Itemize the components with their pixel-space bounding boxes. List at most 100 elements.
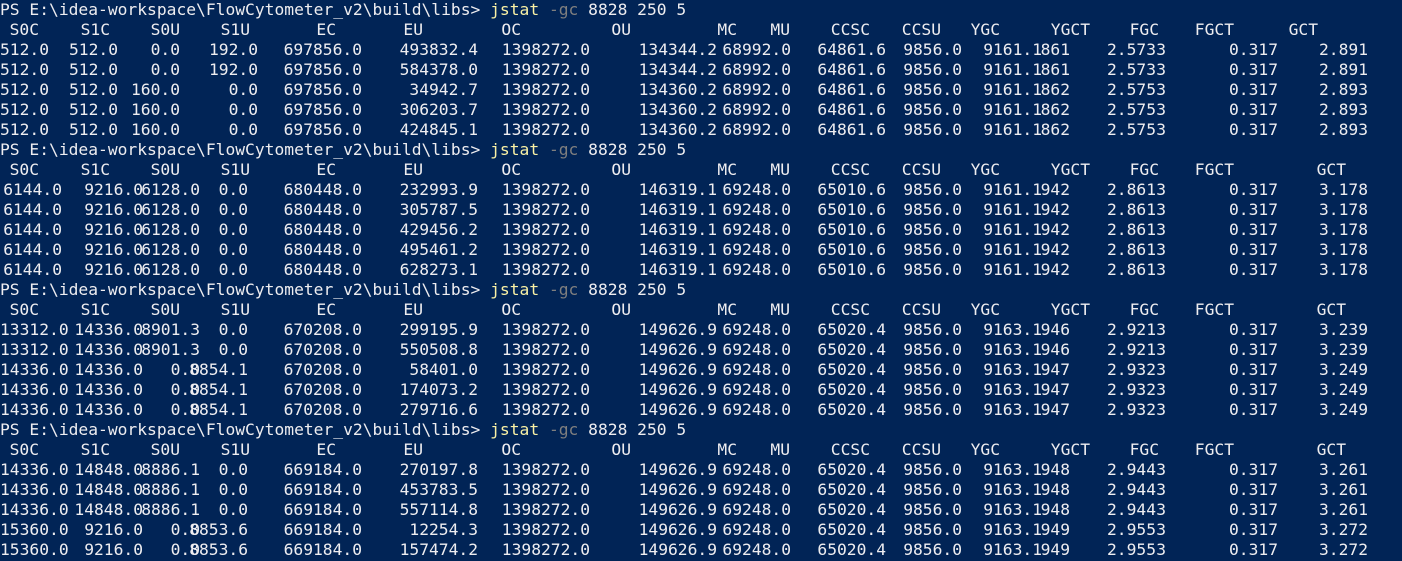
table-cell: 628273.1: [399, 260, 479, 279]
table-cell: 669184.0: [283, 520, 363, 539]
table-cell: 9856.0: [903, 120, 963, 139]
table-header-row: S0C S1C S0U S1U EC EU OC OU MC MU CCSC CCSU YGC YGCT F…: [0, 300, 1402, 320]
table-cell: 9856.0: [903, 60, 963, 79]
table-cell: 2.861: [1107, 180, 1157, 199]
table-cell: 2.921: [1107, 320, 1157, 339]
table-cell: 1398272.0: [501, 260, 591, 279]
table-cell: 0.317: [1229, 460, 1279, 479]
table-cell: 0.317: [1229, 540, 1279, 559]
table-cell: 3: [1156, 60, 1166, 79]
table-cell: 1398272.0: [501, 240, 591, 259]
table-cell: 3.239: [1319, 340, 1369, 359]
column-header-cell: CCSU: [901, 160, 942, 179]
column-header-cell: MC: [717, 440, 737, 459]
table-cell: 0.317: [1229, 80, 1279, 99]
table-cell: 942: [1040, 200, 1071, 219]
column-header-cell: YGC: [970, 160, 1001, 179]
column-header-cell: S0C: [9, 20, 40, 39]
column-header-cell: MU: [770, 300, 790, 319]
table-cell: 69248.0: [722, 360, 792, 379]
table-cell: 2.575: [1107, 120, 1157, 139]
table-cell: 14336.0: [0, 500, 69, 519]
table-cell: 2.891: [1319, 60, 1369, 79]
table-cell: 9856.0: [903, 40, 963, 59]
column-header-cell: S0C: [9, 160, 40, 179]
table-cell: 3.261: [1319, 480, 1369, 499]
table-cell: 160.0: [131, 100, 181, 119]
table-cell: 949: [1040, 540, 1071, 559]
table-cell: 0.0: [218, 340, 249, 359]
table-cell: 69248.0: [722, 400, 792, 419]
table-cell: 512.0: [0, 80, 50, 99]
table-cell: 6144.0: [3, 260, 63, 279]
table-cell: 512.0: [69, 120, 119, 139]
table-cell: 424845.1: [399, 120, 479, 139]
command-name: jstat: [490, 280, 540, 299]
table-cell: 68992.0: [722, 100, 792, 119]
table-cell: 34942.7: [409, 80, 479, 99]
table-cell: 2.893: [1319, 100, 1369, 119]
table-cell: 14336.0: [74, 380, 144, 399]
column-header-cell: CCSC: [830, 160, 871, 179]
table-cell: 64861.6: [817, 60, 887, 79]
table-cell: 1398272.0: [501, 380, 591, 399]
table-cell: 3: [1156, 320, 1166, 339]
table-cell: 149626.9: [638, 320, 718, 339]
table-cell: 0.317: [1229, 200, 1279, 219]
table-cell: 1398272.0: [501, 60, 591, 79]
table-cell: 6144.0: [3, 240, 63, 259]
table-cell: 14848.0: [74, 460, 144, 479]
column-header-cell: FGCT: [1194, 20, 1235, 39]
table-cell: 3: [1156, 340, 1166, 359]
table-cell: 9163.1: [983, 500, 1043, 519]
column-header-cell: YGCT: [1050, 440, 1091, 459]
table-cell: 0.317: [1229, 340, 1279, 359]
table-cell: 9856.0: [903, 240, 963, 259]
table-cell: 1398272.0: [501, 500, 591, 519]
table-cell: 493832.4: [399, 40, 479, 59]
column-header-cell: OU: [611, 440, 631, 459]
column-header-cell: CCSU: [901, 20, 942, 39]
table-header-row: S0C S1C S0U S1U EC EU OC OU MC MU CCSC CCSU YGC YGCT F…: [0, 160, 1402, 180]
table-cell: 9161.1: [983, 240, 1043, 259]
column-header-cell: MU: [770, 440, 790, 459]
table-cell: 9163.1: [983, 400, 1043, 419]
column-header-cell: FGC: [1129, 160, 1160, 179]
table-cell: 9161.1: [983, 40, 1043, 59]
table-cell: 8854.1: [189, 380, 249, 399]
table-cell: 0.317: [1229, 120, 1279, 139]
table-cell: 512.0: [69, 40, 119, 59]
table-cell: 3.178: [1319, 240, 1369, 259]
table-cell: 69248.0: [722, 460, 792, 479]
table-cell: 3.249: [1319, 360, 1369, 379]
table-cell: 69248.0: [722, 520, 792, 539]
table-cell: 3: [1156, 100, 1166, 119]
column-header-cell: YGC: [970, 300, 1001, 319]
table-cell: 68992.0: [722, 120, 792, 139]
table-cell: 3: [1156, 240, 1166, 259]
table-cell: 9163.1: [983, 380, 1043, 399]
table-cell: 9163.1: [983, 480, 1043, 499]
table-cell: 3: [1156, 520, 1166, 539]
table-row: 14336.0 14336.0 0.0 8854.1 670208.0 58401.0 13…: [0, 360, 1402, 380]
powershell-console[interactable]: PS E:\idea-workspace\FlowCytometer_v2\bu…: [0, 0, 1402, 561]
table-cell: 3: [1156, 540, 1166, 559]
table-cell: 0.0: [218, 480, 249, 499]
column-header-cell: OU: [611, 20, 631, 39]
table-cell: 64861.6: [817, 40, 887, 59]
table-cell: 146319.1: [638, 180, 718, 199]
table-cell: 2.944: [1107, 460, 1157, 479]
table-cell: 680448.0: [283, 220, 363, 239]
table-cell: 68992.0: [722, 40, 792, 59]
table-cell: 160.0: [131, 120, 181, 139]
table-cell: 134344.2: [638, 60, 718, 79]
table-row: 512.0 512.0 160.0 0.0 697856.0 34942.7 1398272…: [0, 80, 1402, 100]
column-header-cell: YGCT: [1050, 300, 1091, 319]
column-header-cell: OC: [501, 300, 521, 319]
table-cell: 3: [1156, 400, 1166, 419]
table-cell: 2.932: [1107, 400, 1157, 419]
table-cell: 9856.0: [903, 260, 963, 279]
column-header-cell: FGCT: [1194, 440, 1235, 459]
table-cell: 9161.1: [983, 80, 1043, 99]
table-cell: 9161.1: [983, 180, 1043, 199]
